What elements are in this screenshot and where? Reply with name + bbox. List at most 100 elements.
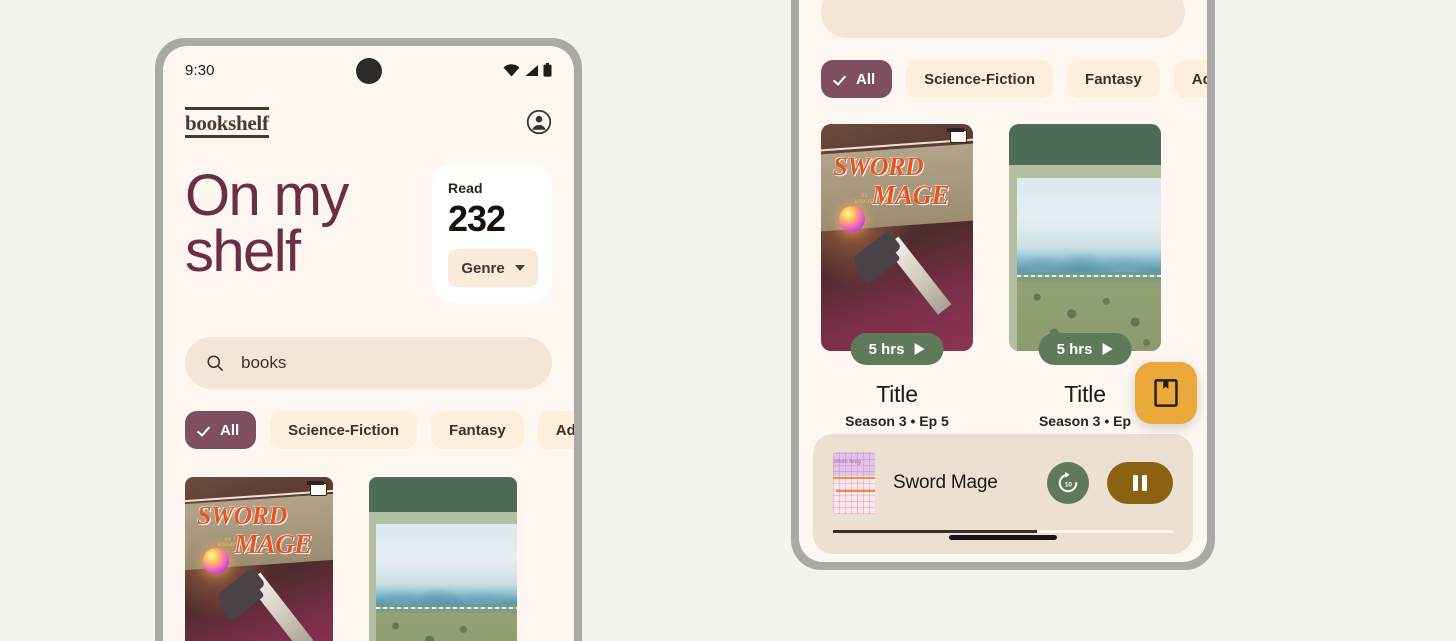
mountains-shape	[376, 589, 517, 605]
cover-title-word-1: SWORD	[196, 500, 287, 530]
page-title-line-1: On my	[185, 163, 349, 228]
tablet-chip-fantasy[interactable]: Fantasy	[1067, 60, 1160, 98]
home-indicator	[949, 535, 1057, 540]
artwork-caption: oboto beag	[834, 459, 861, 465]
tablet-device-frame: All Science-Fiction Fantasy Adventure	[791, 0, 1215, 570]
phone-book-grid: SWORD MAGE BY KNIGHT	[163, 449, 574, 641]
sword-mage-cover: SWORD MAGE BY KNIGHT	[185, 477, 333, 641]
search-input-value: books	[241, 353, 287, 373]
pause-icon-bar-2	[1142, 475, 1147, 491]
search-icon	[207, 355, 223, 372]
tablet-chip-all[interactable]: All	[821, 60, 893, 98]
chip-adventure[interactable]: Adventure	[537, 411, 574, 450]
chip-all-label: All	[220, 421, 240, 439]
now-playing-title: Sword Mage	[893, 472, 998, 493]
bookmark-fab[interactable]	[1135, 362, 1197, 424]
pause-button[interactable]	[1107, 462, 1173, 504]
cover-title-word-1: SWORD	[833, 151, 924, 181]
search-input[interactable]: books	[185, 337, 552, 390]
replay-10-button[interactable]: 10	[1047, 462, 1089, 504]
play-icon	[1102, 342, 1113, 356]
sword-mage-artwork: SWORD MAGE BY KNIGHT	[821, 124, 973, 351]
chip-adventure-label: Adventure	[555, 421, 574, 439]
phone-screen: 9:30 bookshelf On my shelf Read 232 Genr…	[163, 46, 574, 641]
player-progress-bar[interactable]	[833, 530, 1173, 533]
cover-byline: BY KNIGHT	[217, 537, 239, 549]
genre-dropdown-label: Genre	[461, 259, 505, 277]
chevron-down-icon	[514, 265, 525, 272]
chip-all[interactable]: All	[185, 411, 257, 450]
scrubland-shape	[376, 613, 517, 641]
landscape-photo	[1016, 178, 1161, 351]
card-subtitle: Season 3 • Ep 5	[845, 413, 949, 429]
sword-hilt-shape	[215, 566, 266, 613]
chip-science-fiction[interactable]: Science-Fiction	[270, 411, 418, 450]
artwork-line-2	[835, 490, 875, 493]
account-circle-icon[interactable]	[526, 109, 552, 135]
status-bar-icons	[503, 63, 552, 77]
battery-icon	[543, 63, 552, 77]
cover-byline: BY KNIGHT	[854, 194, 875, 205]
read-stat-value: 232	[448, 198, 506, 239]
wifi-icon	[503, 63, 520, 76]
read-stat-label: Read	[448, 180, 483, 196]
horizon-strip	[376, 607, 517, 610]
app-bar: bookshelf	[163, 94, 574, 138]
status-bar-time: 9:30	[185, 61, 215, 79]
duration-play-pill[interactable]: 5 hrs	[1038, 333, 1132, 365]
tablet-chip-all-label: All	[856, 70, 876, 88]
duration-label: 5 hrs	[868, 340, 905, 358]
tablet-chip-fantasy-label: Fantasy	[1085, 70, 1142, 88]
phone-book-card-2[interactable]	[369, 477, 517, 641]
phone-device-frame: 9:30 bookshelf On my shelf Read 232 Genr…	[155, 38, 582, 641]
hero-section: On my shelf Read 232 Genre	[163, 138, 574, 304]
landscape-cover	[369, 477, 517, 641]
landscape-photo	[376, 524, 517, 641]
now-playing-artwork: oboto beag	[833, 452, 875, 514]
tablet-chip-adventure-label: Adventure	[1191, 70, 1207, 88]
page-title: On my shelf	[185, 164, 416, 281]
phone-book-card-1[interactable]: SWORD MAGE BY KNIGHT	[185, 477, 333, 641]
genre-filter-chips: All Science-Fiction Fantasy Adventure	[163, 389, 574, 450]
replay-10-icon: 10	[1058, 471, 1078, 493]
page-title-line-2: shelf	[185, 219, 301, 285]
landscape-artwork	[1009, 124, 1161, 351]
check-icon	[198, 423, 212, 437]
screenshot-stage: 9:30 bookshelf On my shelf Read 232 Genr…	[0, 0, 1456, 641]
mini-player: oboto beag Sword Mage 10	[813, 434, 1193, 554]
mountains-shape	[1016, 254, 1161, 272]
tablet-genre-filter-chips: All Science-Fiction Fantasy Adventure	[799, 38, 1207, 98]
cover-title-word-2: MAGE	[234, 528, 312, 559]
magic-orb-icon	[839, 205, 866, 232]
chip-fantasy[interactable]: Fantasy	[431, 411, 524, 450]
app-logo[interactable]: bookshelf	[185, 106, 269, 138]
mini-player-row: oboto beag Sword Mage 10	[833, 452, 1173, 514]
sword-mage-artwork: SWORD MAGE BY KNIGHT	[185, 477, 333, 641]
svg-text:10: 10	[1065, 482, 1073, 489]
tablet-chip-science-fiction-label: Science-Fiction	[924, 70, 1036, 88]
horizon-strip	[1016, 275, 1161, 278]
check-icon	[834, 72, 848, 86]
landscape-header-band	[1009, 124, 1161, 165]
card-title: Title	[876, 381, 918, 407]
signal-icon	[525, 64, 538, 76]
tablet-book-card-1[interactable]: SWORD MAGE BY KNIGHT 5 hrs Title Season …	[821, 124, 973, 446]
magic-orb-icon	[202, 547, 229, 574]
status-bar: 9:30	[163, 46, 574, 94]
player-progress-fill	[833, 530, 1037, 533]
chip-science-fiction-label: Science-Fiction	[288, 421, 400, 439]
artwork-line-1	[833, 476, 875, 479]
bookmark-book-icon	[1154, 379, 1178, 407]
tablet-search-input[interactable]	[821, 0, 1185, 38]
cover-title-word-2: MAGE	[871, 179, 949, 210]
sword-mage-cover: SWORD MAGE BY KNIGHT	[821, 124, 973, 351]
play-icon	[914, 342, 925, 356]
chip-fantasy-label: Fantasy	[449, 421, 506, 439]
genre-dropdown[interactable]: Genre	[448, 249, 538, 288]
read-stat-card: Read 232 Genre	[432, 164, 552, 304]
tablet-chip-science-fiction[interactable]: Science-Fiction	[906, 60, 1054, 98]
tablet-chip-adventure[interactable]: Adventure	[1173, 60, 1207, 98]
front-camera-icon	[355, 58, 382, 84]
duration-play-pill[interactable]: 5 hrs	[850, 333, 944, 365]
cover-title: SWORD MAGE	[833, 151, 961, 210]
